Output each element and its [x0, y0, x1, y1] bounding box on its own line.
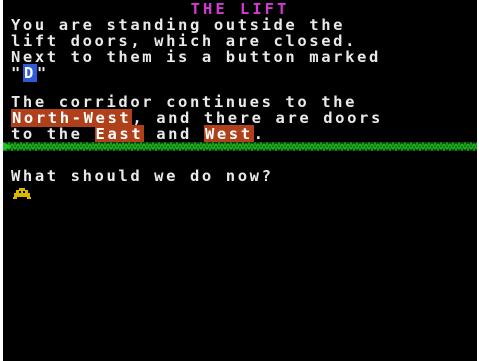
grass-divider	[3, 142, 477, 151]
exit-east: East	[94, 125, 145, 143]
description-line-4: "D"	[11, 64, 49, 82]
exits-line-2: North-West, and there are doors	[11, 109, 383, 127]
helmet-cursor-icon	[13, 188, 31, 199]
exits-line-1: The corridor continues to the	[11, 93, 358, 111]
game-text-display: THE LIFT You are standing outside the li…	[3, 0, 477, 361]
exits-line-3-prefix: to the	[11, 125, 95, 143]
description-line-2: lift doors, which are closed.	[11, 32, 358, 50]
description-line-3: Next to them is a button marked	[11, 48, 381, 66]
description-line-1: You are standing outside the	[11, 16, 346, 34]
exit-west: West	[203, 125, 254, 143]
exits-line-3-and: and	[144, 125, 204, 143]
quote-close: "	[36, 64, 49, 82]
game-window: THE LIFT You are standing outside the li…	[0, 0, 479, 361]
location-title: THE LIFT	[190, 0, 290, 18]
quote-open: "	[11, 64, 23, 82]
exits-line-3-end: .	[253, 125, 266, 143]
button-key-label: D	[22, 64, 37, 82]
exits-line-3: to the East and West.	[11, 125, 266, 143]
command-prompt: What should we do now?	[11, 167, 274, 185]
